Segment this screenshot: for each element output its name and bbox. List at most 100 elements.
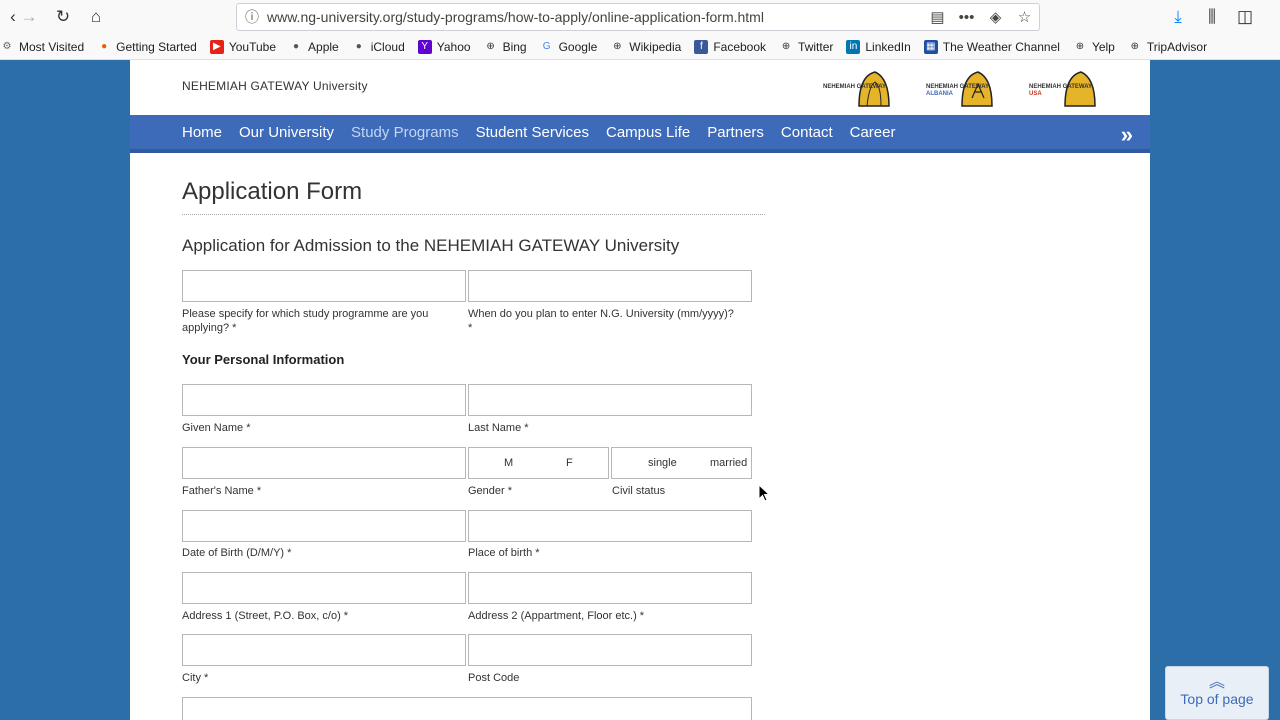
info-icon[interactable]: ⓘ xyxy=(237,7,267,27)
main-nav: Home Our University Study Programs Student … xyxy=(130,115,1150,153)
section-heading-personal: Your Personal Information xyxy=(182,352,345,367)
bookmark-most-visited[interactable]: ⚙ Most Visited xyxy=(0,39,85,54)
study-programme-label: Please specify for which study programme… xyxy=(182,308,429,334)
download-icon[interactable]: ⤓ xyxy=(1165,4,1191,30)
place-of-birth-label: Place of birth * xyxy=(468,547,540,559)
logo-text: NEHEMIAH GATEWAY ALBANIA xyxy=(926,84,990,97)
address1-input[interactable] xyxy=(182,572,466,604)
study-programme-input[interactable] xyxy=(182,270,466,302)
gender-label: Gender * xyxy=(468,485,513,497)
facebook-icon: f xyxy=(694,39,709,54)
bookmark-linkedin[interactable]: in LinkedIn xyxy=(846,39,911,54)
linkedin-icon: in xyxy=(846,39,861,54)
next-field-input[interactable] xyxy=(182,697,752,720)
bookmark-label: Yahoo xyxy=(436,39,471,54)
gender-option-f[interactable]: F xyxy=(566,457,573,469)
logo-text: NEHEMIAH GATEWAY xyxy=(823,84,887,90)
civil-option-married[interactable]: married xyxy=(710,457,747,469)
bookmark-yelp[interactable]: ⊕ Yelp xyxy=(1073,40,1115,54)
bookmark-getting-started[interactable]: ● Getting Started xyxy=(97,40,197,54)
bookmark-the-weather-channel[interactable]: ▦ The Weather Channel xyxy=(923,39,1060,54)
logo-text: NEHEMIAH GATEWAY USA xyxy=(1029,84,1093,97)
nav-student-services[interactable]: Student Services xyxy=(476,124,589,141)
address2-input[interactable] xyxy=(468,572,752,604)
bookmark-facebook[interactable]: f Facebook xyxy=(694,39,767,54)
given-name-label: Given Name * xyxy=(182,422,251,434)
globe-icon: ⊕ xyxy=(613,41,622,52)
given-name-input[interactable] xyxy=(182,384,466,416)
nav-contact[interactable]: Contact xyxy=(781,124,833,141)
date-of-birth-input[interactable] xyxy=(182,510,466,542)
pocket-icon[interactable]: ◈ xyxy=(981,8,1010,26)
place-of-birth-input[interactable] xyxy=(468,510,752,542)
father-name-input[interactable] xyxy=(182,447,466,479)
library-icon[interactable]: ⫼ xyxy=(1199,4,1225,30)
bookmark-icloud[interactable]: ● iCloud xyxy=(352,40,405,54)
civil-option-single[interactable]: single xyxy=(648,457,677,469)
url-text[interactable]: www.ng-university.org/study-programs/how… xyxy=(267,9,923,25)
title-divider xyxy=(182,214,765,215)
nav-our-university[interactable]: Our University xyxy=(239,124,334,141)
bookmark-yahoo[interactable]: Y Yahoo xyxy=(417,39,471,54)
globe-icon: ⊕ xyxy=(486,41,495,52)
logo-nehemiah-gateway[interactable]: NEHEMIAH GATEWAY xyxy=(823,68,893,108)
city-input[interactable] xyxy=(182,634,466,666)
bookmark-label: Apple xyxy=(308,39,339,54)
bookmark-tripadvisor[interactable]: ⊕ TripAdvisor xyxy=(1128,40,1207,54)
gender-option-m[interactable]: M xyxy=(504,457,513,469)
globe-icon: ⊕ xyxy=(1075,41,1085,52)
nav-study-programs[interactable]: Study Programs xyxy=(351,124,459,141)
address1-label: Address 1 (Street, P.O. Box, c/o) * xyxy=(182,610,349,622)
nav-more-icon[interactable]: » xyxy=(1121,122,1133,148)
logo-nehemiah-gateway-usa[interactable]: NEHEMIAH GATEWAY USA xyxy=(1029,68,1099,108)
nav-home[interactable]: Home xyxy=(182,124,222,141)
web-page: NEHEMIAH GATEWAY University NEHEMIAH GAT… xyxy=(130,60,1150,720)
bookmark-google[interactable]: G Google xyxy=(540,40,598,54)
bookmark-label: LinkedIn xyxy=(865,39,911,54)
gear-icon: ⚙ xyxy=(2,41,12,52)
globe-icon: ⊕ xyxy=(781,41,791,52)
logo-nehemiah-gateway-albania[interactable]: NEHEMIAH GATEWAY ALBANIA xyxy=(926,68,996,108)
bookmark-star-icon[interactable]: ☆ xyxy=(1010,8,1039,26)
address-bar[interactable]: ⓘ www.ng-university.org/study-programs/h… xyxy=(236,3,1040,31)
bookmark-label: Twitter xyxy=(798,39,834,54)
apple-icon: ● xyxy=(355,41,362,52)
last-name-input[interactable] xyxy=(468,384,752,416)
bookmark-label: The Weather Channel xyxy=(942,39,1060,54)
google-icon: G xyxy=(542,41,551,52)
bookmark-bing[interactable]: ⊕ Bing xyxy=(484,40,526,54)
civil-status-label: Civil status xyxy=(612,485,666,497)
sidebar-icon[interactable]: ◫ xyxy=(1232,4,1258,30)
bookmark-label: iCloud xyxy=(370,39,405,54)
page-actions-icon[interactable]: ••• xyxy=(952,9,981,26)
top-of-page-label: Top of page xyxy=(1180,691,1254,707)
bookmark-apple[interactable]: ● Apple xyxy=(289,40,339,54)
page-title: Application Form xyxy=(182,178,363,205)
entry-date-input[interactable] xyxy=(468,270,752,302)
bookmark-twitter[interactable]: ⊕ Twitter xyxy=(779,39,834,54)
nav-campus-life[interactable]: Campus Life xyxy=(606,124,690,141)
bookmark-label: Google xyxy=(558,39,598,54)
bookmarks-bar: ⚙ Most Visited ● Getting Started ▶ YouTube ● Ap… xyxy=(0,34,1280,60)
bookmark-label: Facebook xyxy=(713,39,767,54)
home-icon[interactable]: ⌂ xyxy=(83,4,109,30)
bookmark-label: Getting Started xyxy=(116,39,197,54)
globe-icon: ⊕ xyxy=(1130,41,1140,52)
bookmark-youtube[interactable]: ▶ YouTube xyxy=(209,39,277,54)
reload-icon[interactable]: ↻ xyxy=(50,4,76,30)
forward-icon[interactable]: → xyxy=(16,4,42,30)
bookmark-label: Most Visited xyxy=(19,39,85,54)
post-code-input[interactable] xyxy=(468,634,752,666)
bookmark-label: YouTube xyxy=(228,39,277,54)
bookmark-wikipedia[interactable]: ⊕ Wikipedia xyxy=(610,40,681,54)
yahoo-icon: Y xyxy=(417,39,432,54)
top-of-page-button[interactable]: ︽ Top of page xyxy=(1165,666,1269,720)
site-name: NEHEMIAH GATEWAY University xyxy=(182,79,368,93)
apple-icon: ● xyxy=(292,41,300,52)
reader-view-icon[interactable]: ▤ xyxy=(923,8,952,26)
nav-partners[interactable]: Partners xyxy=(707,124,764,141)
nav-career[interactable]: Career xyxy=(850,124,896,141)
address2-label: Address 2 (Appartment, Floor etc.) * xyxy=(468,610,645,622)
bookmark-label: Wikipedia xyxy=(629,39,682,54)
firefox-icon: ● xyxy=(101,41,108,52)
